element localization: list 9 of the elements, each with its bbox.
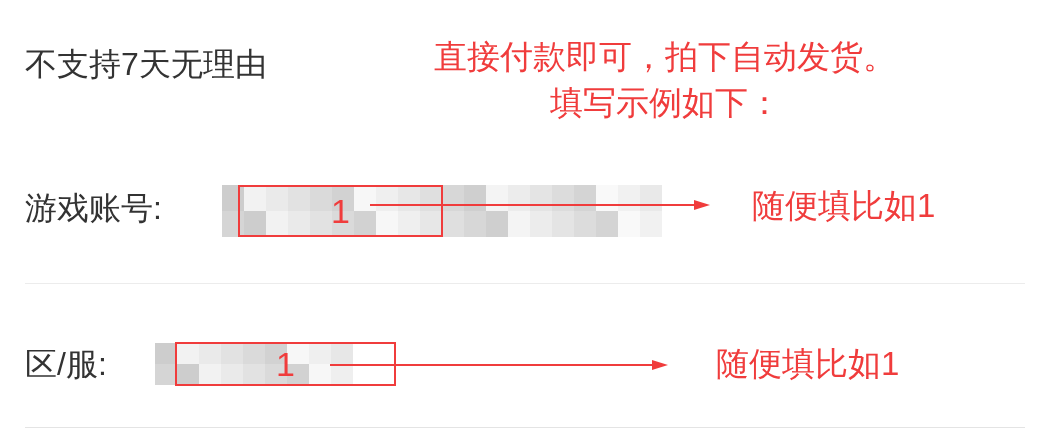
annotation-text: 填写示例如下： (549, 83, 781, 123)
hint-text: 随便填比如1 (752, 186, 936, 226)
policy-note: 不支持7天无理由 (25, 46, 267, 82)
field-label: 区/服: (25, 345, 108, 384)
field-label: 游戏账号: (25, 189, 163, 228)
example-value: 1 (331, 191, 350, 231)
example-value: 1 (276, 344, 295, 384)
hint-text: 随便填比如1 (716, 344, 900, 384)
annotation-text: 直接付款即可，拍下自动发货。 (434, 37, 896, 77)
